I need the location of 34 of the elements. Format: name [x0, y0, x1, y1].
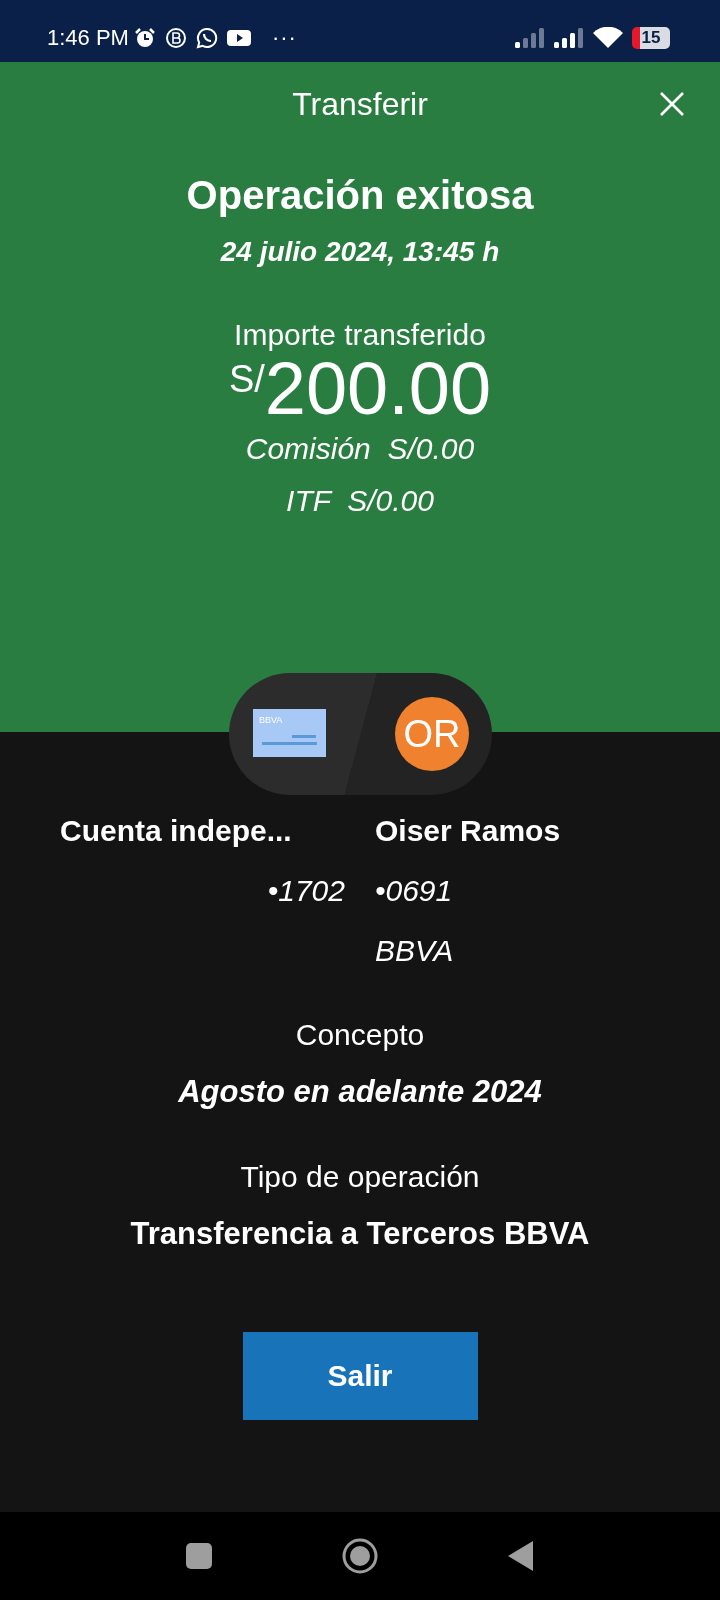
- detail-value: Transferencia a Terceros BBVA: [130, 1216, 590, 1252]
- wifi-icon: [593, 27, 623, 49]
- currency-symbol: S/: [228, 360, 265, 398]
- close-icon[interactable]: [659, 91, 685, 117]
- recents-icon[interactable]: [186, 1543, 212, 1569]
- chat-bubble-icon: [195, 27, 218, 49]
- home-icon[interactable]: [342, 1538, 378, 1574]
- amount-label: Importe transferido: [234, 318, 486, 352]
- bank-card-icon: BBVA: [253, 709, 326, 757]
- result-title: Operación exitosa: [186, 173, 534, 218]
- status-time: 1:46 PM: [47, 25, 129, 51]
- signal-icon: [515, 28, 545, 48]
- battery-indicator: 15: [632, 27, 670, 49]
- back-icon[interactable]: [508, 1541, 534, 1571]
- detail-label: Tipo de operación: [240, 1160, 480, 1194]
- origin-account-number: •1702: [266, 874, 345, 908]
- play-icon: [226, 29, 251, 47]
- operation-date: 24 julio 2024, 13:45 h: [220, 236, 500, 268]
- commission-text: Comisión S/0.00: [245, 432, 475, 466]
- exit-button[interactable]: Salir: [242, 1332, 478, 1420]
- signal-icon: [554, 28, 584, 48]
- alarm-clock-icon: [133, 27, 156, 49]
- recipient-account-number: •0691: [375, 874, 454, 908]
- detail-value: Agosto en adelante 2024: [178, 1074, 542, 1110]
- circle-b-icon: [164, 27, 187, 49]
- avatar: OR: [395, 697, 469, 771]
- screen-title: Transferir: [292, 85, 428, 123]
- recipient-bank: BBVA: [375, 934, 455, 968]
- more-indicator: ···: [271, 25, 297, 51]
- itf-text: ITF S/0.00: [286, 484, 434, 518]
- detail-label: Concepto: [295, 1018, 425, 1052]
- amount-value: 200.00: [264, 352, 492, 426]
- recipient-name: Oiser Ramos: [375, 814, 561, 848]
- origin-account-name: Cuenta indepe...: [60, 814, 293, 848]
